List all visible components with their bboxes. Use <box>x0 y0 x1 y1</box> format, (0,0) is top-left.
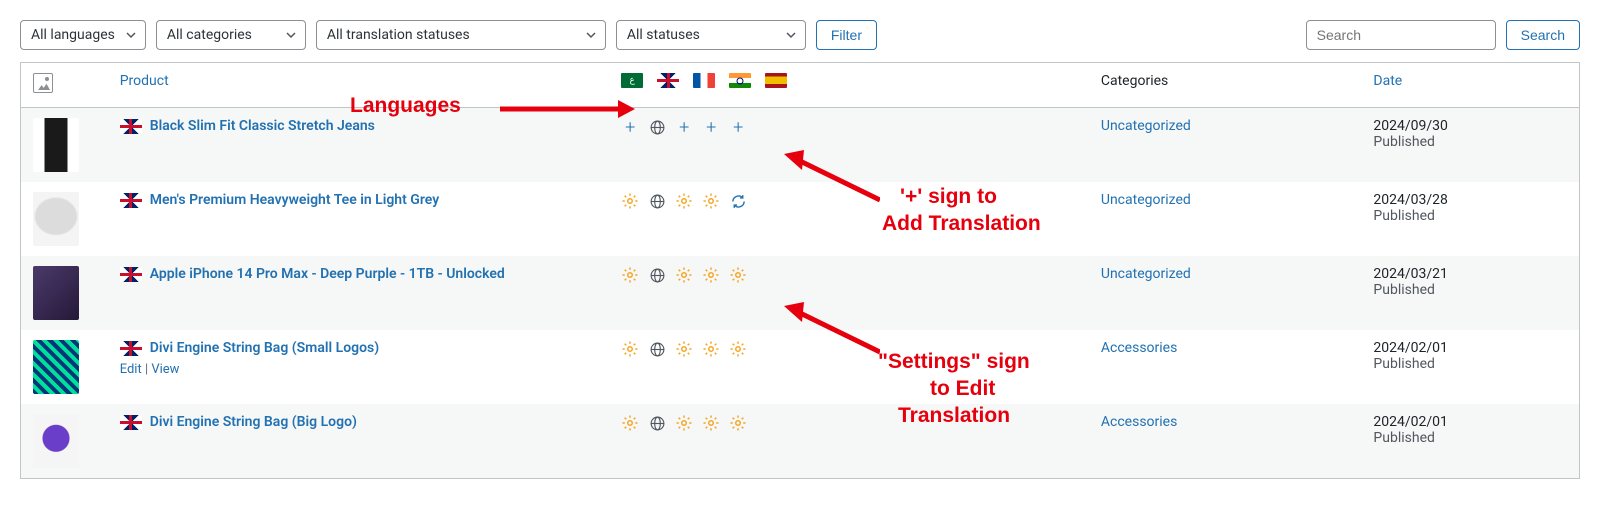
view-link[interactable]: View <box>151 362 179 377</box>
add-translation-icon[interactable]: + <box>621 118 639 136</box>
statuses-select[interactable]: All statuses <box>616 20 806 50</box>
edit-translation-icon[interactable] <box>702 340 720 358</box>
globe-icon[interactable] <box>648 266 666 284</box>
fr-flag-icon[interactable] <box>693 73 715 88</box>
date-value: 2024/09/30 <box>1373 118 1567 134</box>
edit-translation-icon[interactable] <box>675 414 693 432</box>
image-column-icon <box>33 73 53 93</box>
search-button[interactable]: Search <box>1506 20 1580 50</box>
date-value: 2024/03/28 <box>1373 192 1567 208</box>
uk-flag-icon <box>120 267 142 282</box>
add-translation-icon[interactable]: + <box>675 118 693 136</box>
categories-select[interactable]: All categories <box>156 20 306 50</box>
chevron-down-icon <box>585 29 597 41</box>
edit-translation-icon[interactable] <box>675 340 693 358</box>
publish-state: Published <box>1373 356 1567 372</box>
product-thumbnail[interactable] <box>33 414 79 468</box>
chevron-down-icon <box>285 29 297 41</box>
table-row: Apple iPhone 14 Pro Max - Deep Purple - … <box>21 256 1580 330</box>
col-header-categories: Categories <box>1101 73 1168 89</box>
date-value: 2024/03/21 <box>1373 266 1567 282</box>
table-row: Divi Engine String Bag (Small Logos) Edit… <box>21 330 1580 404</box>
product-thumbnail[interactable] <box>33 192 79 246</box>
languages-select[interactable]: All languages <box>20 20 146 50</box>
globe-icon[interactable] <box>648 340 666 358</box>
translation-status-cells <box>621 340 1077 358</box>
edit-translation-icon[interactable] <box>621 414 639 432</box>
table-row: Black Slim Fit Classic Stretch Jeans++++… <box>21 108 1580 183</box>
uk-flag-icon <box>120 119 142 134</box>
translation-status-select-label: All translation statuses <box>327 27 470 43</box>
products-table: Product Categories Date Black Slim Fit C… <box>20 62 1580 479</box>
sa-flag-icon[interactable] <box>621 73 643 88</box>
product-thumbnail[interactable] <box>33 340 79 394</box>
es-flag-icon[interactable] <box>765 73 787 88</box>
translation-status-cells: + + + + <box>621 118 1077 136</box>
add-translation-icon[interactable]: + <box>702 118 720 136</box>
categories-select-label: All categories <box>167 27 252 43</box>
edit-translation-icon[interactable] <box>621 266 639 284</box>
translation-status-select[interactable]: All translation statuses <box>316 20 606 50</box>
filter-button[interactable]: Filter <box>816 20 877 50</box>
table-row: Divi Engine String Bag (Big Logo) Accesso… <box>21 404 1580 479</box>
edit-link[interactable]: Edit <box>120 362 142 377</box>
product-title-link[interactable]: Black Slim Fit Classic Stretch Jeans <box>150 118 375 134</box>
translation-status-cells <box>621 192 1077 210</box>
publish-state: Published <box>1373 134 1567 150</box>
edit-translation-icon[interactable] <box>702 414 720 432</box>
uk-flag-icon <box>120 341 142 356</box>
globe-icon[interactable] <box>648 192 666 210</box>
row-actions: Edit | View <box>120 362 597 377</box>
category-link[interactable]: Accessories <box>1101 340 1177 356</box>
search-input[interactable] <box>1306 20 1496 50</box>
globe-icon[interactable] <box>648 118 666 136</box>
edit-translation-icon[interactable] <box>621 192 639 210</box>
uk-flag-icon <box>120 193 142 208</box>
update-translation-icon[interactable] <box>729 192 747 210</box>
uk-flag-icon <box>120 415 142 430</box>
statuses-select-label: All statuses <box>627 27 700 43</box>
publish-state: Published <box>1373 208 1567 224</box>
edit-translation-icon[interactable] <box>702 192 720 210</box>
languages-select-label: All languages <box>31 27 115 43</box>
add-translation-icon[interactable]: + <box>729 118 747 136</box>
edit-translation-icon[interactable] <box>729 266 747 284</box>
edit-translation-icon[interactable] <box>729 340 747 358</box>
product-title-link[interactable]: Divi Engine String Bag (Big Logo) <box>150 414 357 430</box>
product-title-link[interactable]: Apple iPhone 14 Pro Max - Deep Purple - … <box>150 266 505 282</box>
edit-translation-icon[interactable] <box>675 266 693 284</box>
uk-flag-icon[interactable] <box>657 73 679 88</box>
publish-state: Published <box>1373 430 1567 446</box>
category-link[interactable]: Uncategorized <box>1101 192 1191 208</box>
filter-toolbar: All languages All categories All transla… <box>20 20 1580 50</box>
chevron-down-icon <box>785 29 797 41</box>
category-link[interactable]: Uncategorized <box>1101 118 1191 134</box>
product-thumbnail[interactable] <box>33 266 79 320</box>
product-title-link[interactable]: Men's Premium Heavyweight Tee in Light G… <box>150 192 439 208</box>
translation-status-cells <box>621 414 1077 432</box>
product-thumbnail[interactable] <box>33 118 79 172</box>
globe-icon[interactable] <box>648 414 666 432</box>
product-title-link[interactable]: Divi Engine String Bag (Small Logos) <box>150 340 379 356</box>
language-flags-header <box>621 73 1077 88</box>
col-header-date[interactable]: Date <box>1373 73 1402 89</box>
table-row: Men's Premium Heavyweight Tee in Light G… <box>21 182 1580 256</box>
edit-translation-icon[interactable] <box>621 340 639 358</box>
category-link[interactable]: Accessories <box>1101 414 1177 430</box>
translation-status-cells <box>621 266 1077 284</box>
edit-translation-icon[interactable] <box>675 192 693 210</box>
edit-translation-icon[interactable] <box>702 266 720 284</box>
edit-translation-icon[interactable] <box>729 414 747 432</box>
date-value: 2024/02/01 <box>1373 414 1567 430</box>
date-value: 2024/02/01 <box>1373 340 1567 356</box>
col-header-product[interactable]: Product <box>120 73 169 89</box>
category-link[interactable]: Uncategorized <box>1101 266 1191 282</box>
in-flag-icon[interactable] <box>729 73 751 88</box>
publish-state: Published <box>1373 282 1567 298</box>
chevron-down-icon <box>125 29 137 41</box>
